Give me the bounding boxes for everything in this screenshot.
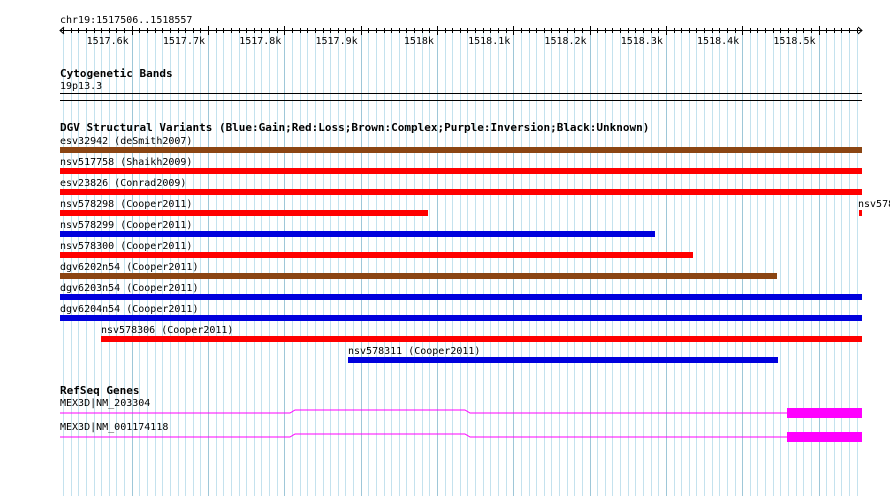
ruler-tick-label: 1518k: [404, 36, 434, 47]
cytoband-band[interactable]: [60, 93, 862, 94]
variant-label: dgv6203n54 (Cooper2011): [60, 283, 199, 294]
variant-label: dgv6202n54 (Cooper2011): [60, 262, 199, 273]
ruler-tick-label: 1518.2k: [544, 36, 586, 47]
variant-label: esv32942 (deSmith2007): [60, 136, 193, 147]
variant-label: nsv578306 (Cooper2011): [101, 325, 234, 336]
gene-intron: [60, 433, 787, 438]
variant-label: nsv578311 (Cooper2011): [348, 346, 481, 357]
variant-bar[interactable]: [60, 189, 862, 195]
variant-bar[interactable]: [859, 210, 862, 216]
variant-label: dgv6204n54 (Cooper2011): [60, 304, 199, 315]
ruler-tick-label: 1517.8k: [239, 36, 281, 47]
variant-bar[interactable]: [101, 336, 862, 342]
ruler[interactable]: chr19:1517506..1518557 1517.6k 1517.7k 151…: [0, 0, 890, 60]
variant-label: esv23826 (Conrad2009): [60, 178, 187, 189]
variant-label: nsv578298 (Cooper2011): [60, 199, 193, 210]
variant-bar[interactable]: [60, 231, 655, 237]
ruler-tick-label: 1517.9k: [315, 36, 357, 47]
variant-bar[interactable]: [60, 210, 428, 216]
ruler-axis: 1517.6k 1517.7k 1517.8k 1517.9k 1518k 1518.1k…: [59, 26, 863, 47]
cytoband-band-bottom: [60, 100, 862, 101]
variant-bar[interactable]: [60, 294, 862, 300]
cytoband-label: 19p13.3: [60, 81, 103, 92]
variant-bar[interactable]: [60, 147, 862, 153]
variant-label: nsv578: [858, 199, 890, 210]
cytoband-track-title: Cytogenetic Bands: [60, 67, 173, 80]
variant-bar[interactable]: [348, 357, 778, 363]
gene-intron: [60, 409, 787, 414]
ruler-tick-label: 1518.1k: [468, 36, 510, 47]
variant-bar[interactable]: [60, 315, 862, 321]
ruler-tick-label: 1518.4k: [697, 36, 739, 47]
variant-bar[interactable]: [60, 273, 777, 279]
variant-label: nsv517758 (Shaikh2009): [60, 157, 193, 168]
ruler-tick-label: 1517.6k: [87, 36, 129, 47]
dgv-track-title: DGV Structural Variants (Blue:Gain;Red:L…: [60, 121, 650, 134]
gene-model[interactable]: [0, 430, 890, 450]
gene-exon: [787, 408, 862, 418]
refseq-track-title: RefSeq Genes: [60, 384, 140, 397]
variant-label: nsv578299 (Cooper2011): [60, 220, 193, 231]
variant-label: nsv578300 (Cooper2011): [60, 241, 193, 252]
variant-bar[interactable]: [60, 168, 862, 174]
variant-bar[interactable]: [60, 252, 693, 258]
gene-exon: [787, 432, 862, 442]
ruler-tick-label: 1518.5k: [773, 36, 815, 47]
ruler-tick-label: 1518.3k: [621, 36, 663, 47]
ruler-tick-label: 1517.7k: [163, 36, 205, 47]
